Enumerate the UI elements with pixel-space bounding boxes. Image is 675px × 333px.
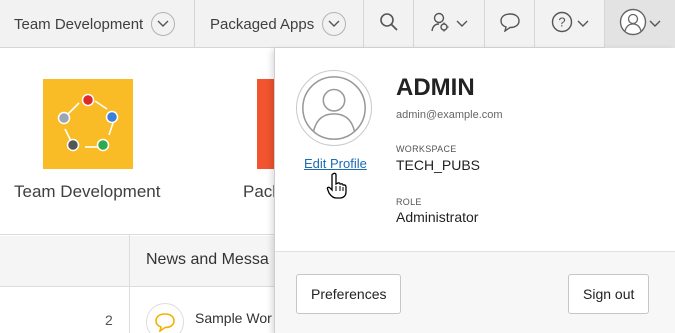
help-icon: ? [551,11,573,38]
chevron-down-icon [322,12,347,36]
message-icon [146,303,184,333]
app-menu-label: Team Development [14,15,144,33]
app-name-team-development[interactable]: Team Development [14,182,160,202]
preferences-button[interactable]: Preferences [296,274,402,314]
user-name: ADMIN [396,74,475,101]
app-tile-team-development[interactable] [43,79,133,169]
app-menu-team-development[interactable]: Team Development [0,0,195,48]
row-count: 2 [105,312,113,328]
top-navigation-bar: Team Development Packaged Apps ? [0,0,675,48]
chevron-down-icon [151,12,176,36]
user-settings-icon [430,11,452,38]
search-icon [379,12,399,37]
role-label: ROLE [396,197,422,207]
help-menu-button[interactable]: ? [535,0,605,48]
workspace-label: WORKSPACE [396,144,457,154]
sign-out-button[interactable]: Sign out [568,274,650,314]
app-menu-packaged-apps[interactable]: Packaged Apps [195,0,364,48]
user-profile-popup: Edit Profile ADMIN admin@example.com WOR… [274,48,675,333]
team-development-icon [57,93,119,152]
user-settings-menu-button[interactable] [414,0,485,48]
workspace-value: TECH_PUBS [396,157,481,173]
chevron-down-icon [577,15,589,33]
news-and-messages-heading: News and Messa [146,251,269,268]
message-link[interactable]: Sample Wor [195,310,272,326]
table-header-cell [0,236,129,286]
user-avatar-icon [302,76,366,140]
popup-footer: Preferences Sign out [275,251,675,333]
avatar [296,70,372,146]
user-email: admin@example.com [396,109,503,121]
chat-bubble-icon [499,12,521,37]
edit-profile-link[interactable]: Edit Profile [304,156,367,171]
search-button[interactable] [364,0,414,48]
avatar-icon [619,8,647,41]
messages-button[interactable] [485,0,535,48]
role-value: Administrator [396,209,479,225]
user-profile-menu-button[interactable] [605,0,675,48]
chevron-down-icon [456,15,468,33]
app-menu-label: Packaged Apps [210,15,315,33]
svg-text:?: ? [558,14,565,29]
chevron-down-icon [649,15,661,33]
divider [129,235,130,333]
hand-pointer-icon [326,172,348,205]
